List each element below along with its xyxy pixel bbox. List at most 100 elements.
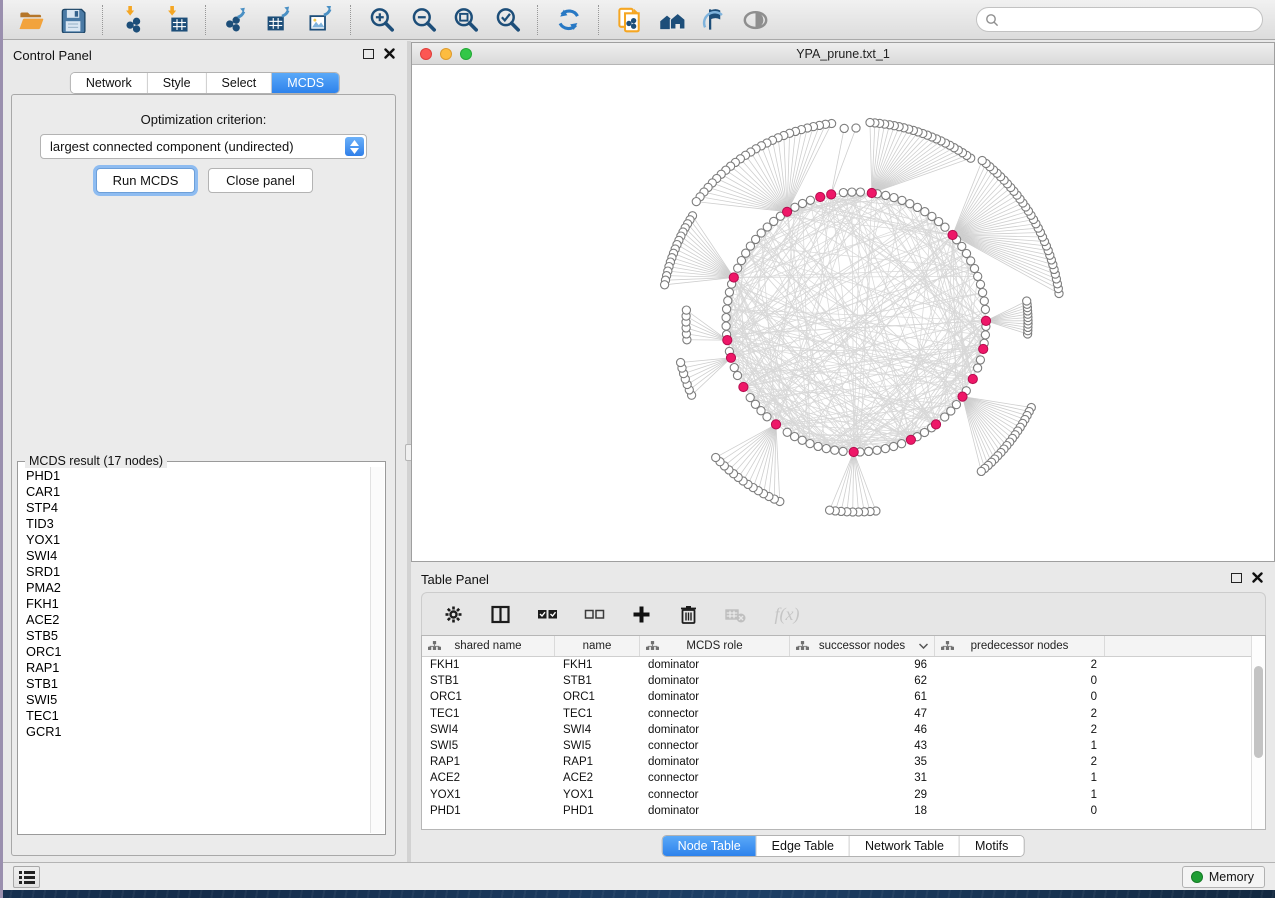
table-row[interactable]: ORC1ORC1dominator610: [422, 689, 1251, 705]
tab-motifs[interactable]: Motifs: [960, 836, 1023, 856]
control-panel-title: Control Panel: [13, 48, 92, 63]
zoom-fit-icon[interactable]: [449, 4, 481, 36]
table-scrollbar[interactable]: [1251, 636, 1265, 829]
cell: ORC1: [422, 691, 555, 703]
column-header-MCDS-role[interactable]: MCDS role: [640, 636, 790, 656]
column-header-successor-nodes[interactable]: successor nodes: [790, 636, 935, 656]
clear-checks-icon[interactable]: [582, 602, 606, 626]
network-canvas[interactable]: [412, 65, 1274, 561]
delete-column-icon[interactable]: [676, 602, 700, 626]
table-row[interactable]: PHD1PHD1dominator180: [422, 803, 1251, 819]
table-row[interactable]: FKH1FKH1dominator962: [422, 657, 1251, 673]
cell: SWI4: [555, 724, 640, 736]
import-network-icon[interactable]: [117, 4, 149, 36]
mcds-result-item[interactable]: STB5: [18, 628, 370, 644]
mcds-result-box: MCDS result (17 nodes) PHD1CAR1STP4TID3Y…: [17, 461, 386, 835]
task-list-icon: [19, 871, 35, 884]
wallpaper-left-strip: [0, 0, 3, 898]
cell: RAP1: [422, 756, 555, 768]
mcds-result-item[interactable]: SWI5: [18, 692, 370, 708]
cell: FKH1: [422, 659, 555, 671]
mcds-result-item[interactable]: GCR1: [18, 724, 370, 740]
save-session-icon[interactable]: [56, 4, 88, 36]
export-network-icon[interactable]: [220, 4, 252, 36]
task-history-button[interactable]: [13, 866, 40, 888]
cell: connector: [640, 772, 790, 784]
table-row[interactable]: YOX1YOX1connector291: [422, 787, 1251, 803]
memory-label: Memory: [1209, 870, 1254, 884]
mcds-result-item[interactable]: CAR1: [18, 484, 370, 500]
mcds-result-item[interactable]: FKH1: [18, 596, 370, 612]
mcds-result-item[interactable]: PMA2: [18, 580, 370, 596]
tab-edge-table[interactable]: Edge Table: [757, 836, 850, 856]
cell: 2: [935, 659, 1105, 671]
tab-network-table[interactable]: Network Table: [850, 836, 960, 856]
table-row[interactable]: RAP1RAP1dominator352: [422, 754, 1251, 770]
home-icon[interactable]: [655, 4, 687, 36]
mcds-result-item[interactable]: YOX1: [18, 532, 370, 548]
table-row[interactable]: SWI4SWI4dominator462: [422, 722, 1251, 738]
mcds-result-item[interactable]: ACE2: [18, 612, 370, 628]
cell: 0: [935, 675, 1105, 687]
cell: 62: [790, 675, 935, 687]
table-row[interactable]: ACE2ACE2connector311: [422, 770, 1251, 786]
run-mcds-button[interactable]: Run MCDS: [96, 168, 195, 193]
cell: YOX1: [422, 789, 555, 801]
zoom-in-icon[interactable]: [365, 4, 397, 36]
memory-button[interactable]: Memory: [1182, 866, 1265, 888]
export-image-icon[interactable]: [304, 4, 336, 36]
table-row[interactable]: SWI5SWI5connector431: [422, 738, 1251, 754]
float-table-panel-icon[interactable]: [1231, 573, 1242, 583]
mcds-result-list[interactable]: PHD1CAR1STP4TID3YOX1SWI4SRD1PMA2FKH1ACE2…: [18, 468, 370, 833]
zoom-selected-icon[interactable]: [491, 4, 523, 36]
close-panel-icon[interactable]: [384, 48, 395, 59]
toggle-annotations-icon[interactable]: [697, 4, 729, 36]
split-columns-icon[interactable]: [488, 602, 512, 626]
select-all-checks-icon[interactable]: [535, 602, 559, 626]
table-scrollbar-thumb[interactable]: [1254, 666, 1263, 758]
column-settings-icon[interactable]: [441, 602, 465, 626]
search-box[interactable]: [976, 7, 1263, 32]
table-type-tabs: Node TableEdge TableNetwork TableMotifs: [662, 835, 1025, 857]
column-header-predecessor-nodes[interactable]: predecessor nodes: [935, 636, 1105, 656]
cell: 0: [935, 805, 1105, 817]
mcds-result-item[interactable]: TEC1: [18, 708, 370, 724]
mcds-result-item[interactable]: STB1: [18, 676, 370, 692]
table-row[interactable]: STB1STB1dominator620: [422, 673, 1251, 689]
table-row[interactable]: TEC1TEC1connector472: [422, 706, 1251, 722]
toggle-graphics-icon[interactable]: [739, 4, 771, 36]
close-panel-button[interactable]: Close panel: [208, 168, 313, 193]
mcds-result-item[interactable]: PHD1: [18, 468, 370, 484]
tab-node-table[interactable]: Node Table: [663, 836, 757, 856]
cell: 1: [935, 789, 1105, 801]
mcds-result-item[interactable]: RAP1: [18, 660, 370, 676]
tab-style[interactable]: Style: [148, 73, 207, 93]
tab-select[interactable]: Select: [207, 73, 273, 93]
open-file-icon[interactable]: [14, 4, 46, 36]
toolbar-separator: [102, 5, 103, 35]
criterion-select[interactable]: largest connected component (undirected): [40, 134, 367, 159]
mcds-result-item[interactable]: TID3: [18, 516, 370, 532]
mcds-result-item[interactable]: STP4: [18, 500, 370, 516]
refresh-view-icon[interactable]: [552, 4, 584, 36]
network-graph[interactable]: [412, 65, 1274, 562]
mcds-result-item[interactable]: SRD1: [18, 564, 370, 580]
search-input[interactable]: [1004, 10, 1262, 30]
duplicate-network-icon[interactable]: [613, 4, 645, 36]
mcds-result-item[interactable]: SWI4: [18, 548, 370, 564]
column-header-name[interactable]: name: [555, 636, 640, 656]
mcds-list-scrollbar[interactable]: [370, 467, 384, 833]
float-panel-icon[interactable]: [363, 49, 374, 59]
export-table-icon[interactable]: [262, 4, 294, 36]
mcds-result-item[interactable]: ORC1: [18, 644, 370, 660]
add-column-icon[interactable]: [629, 602, 653, 626]
tab-mcds[interactable]: MCDS: [272, 73, 339, 93]
column-header-shared-name[interactable]: shared name: [422, 636, 555, 656]
close-table-panel-icon[interactable]: [1252, 572, 1263, 583]
import-table-icon[interactable]: [159, 4, 191, 36]
cell: SWI5: [422, 740, 555, 752]
tab-network[interactable]: Network: [71, 73, 148, 93]
control-panel-tabs: NetworkStyleSelectMCDS: [70, 72, 340, 94]
network-window-titlebar[interactable]: YPA_prune.txt_1: [412, 43, 1274, 65]
zoom-out-icon[interactable]: [407, 4, 439, 36]
